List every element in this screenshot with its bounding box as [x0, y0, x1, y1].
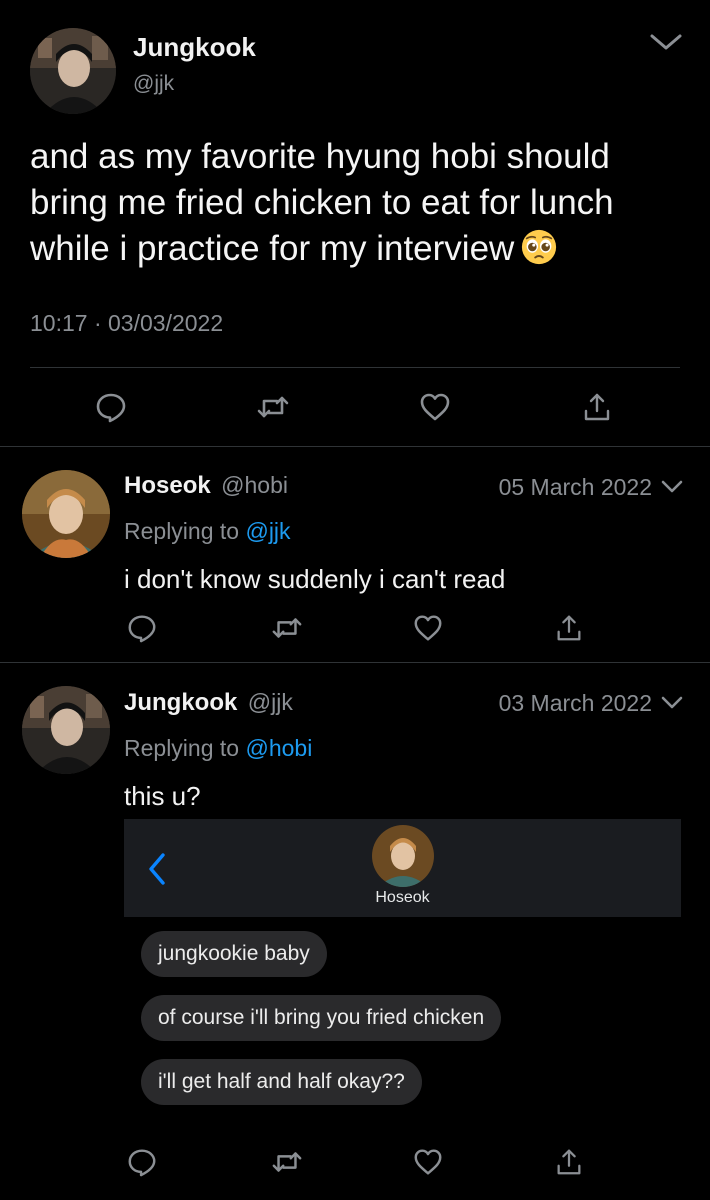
like-icon[interactable]	[418, 390, 452, 424]
reply-author-name[interactable]: Jungkook	[124, 689, 237, 716]
reply-actions	[0, 1146, 710, 1182]
reply-date: 03 March 2022	[498, 690, 652, 716]
reply-date: 05 March 2022	[498, 474, 652, 500]
replying-to-label: Replying to	[124, 518, 240, 544]
like-icon[interactable]	[412, 1146, 444, 1178]
replying-to-handle[interactable]: @jjk	[245, 518, 290, 544]
replying-to-line: Replying to @jjk	[124, 518, 291, 545]
time-separator: ·	[93, 310, 102, 336]
message-bubble: jungkookie baby	[141, 931, 327, 977]
main-tweet-author-handle[interactable]: @jjk	[133, 72, 174, 96]
divider	[0, 662, 710, 663]
reply-actions	[0, 612, 710, 648]
reply-author-handle[interactable]: @jjk	[248, 689, 293, 715]
reply-author-handle[interactable]: @hobi	[221, 472, 288, 498]
reply-avatar-hoseok[interactable]	[22, 470, 110, 558]
message-bubble: of course i'll bring you fried chicken	[141, 995, 502, 1041]
main-tweet-actions	[0, 388, 710, 428]
replying-to-label: Replying to	[124, 735, 240, 761]
main-tweet-author-name[interactable]: Jungkook	[133, 32, 256, 63]
chevron-down-icon[interactable]	[648, 32, 684, 52]
chevron-down-icon[interactable]	[660, 479, 684, 495]
retweet-icon[interactable]	[271, 1146, 303, 1178]
main-tweet-timestamp: 10:17 · 03/03/2022	[30, 310, 223, 337]
reply-icon[interactable]	[126, 612, 158, 644]
reply-header: Jungkook @jjk	[124, 689, 293, 717]
reply-icon[interactable]	[94, 390, 128, 424]
main-tweet-avatar[interactable]	[30, 28, 116, 114]
share-icon[interactable]	[553, 612, 585, 644]
divider	[0, 446, 710, 447]
tweet-time: 10:17	[30, 310, 88, 336]
reply-avatar-jungkook[interactable]	[22, 686, 110, 774]
like-icon[interactable]	[412, 612, 444, 644]
retweet-icon[interactable]	[271, 612, 303, 644]
replying-to-handle[interactable]: @hobi	[245, 735, 312, 761]
back-chevron-icon	[146, 851, 168, 887]
reply-author-name[interactable]: Hoseok	[124, 472, 211, 499]
contact-avatar	[372, 825, 434, 887]
share-icon[interactable]	[553, 1146, 585, 1178]
contact-name: Hoseok	[375, 889, 430, 906]
pleading-face-emoji-icon	[520, 228, 558, 266]
divider	[30, 367, 680, 368]
retweet-icon[interactable]	[256, 390, 290, 424]
tweet-date: 03/03/2022	[108, 310, 224, 336]
share-icon[interactable]	[580, 390, 614, 424]
main-tweet-text: and as my favorite hyung hobi should bri…	[30, 134, 690, 272]
reply-text: this u?	[124, 781, 201, 811]
chevron-down-icon[interactable]	[660, 695, 684, 711]
reply-text: i don't know suddenly i can't read	[124, 564, 506, 594]
reply-header: Hoseok @hobi	[124, 472, 288, 500]
message-bubble: i'll get half and half okay??	[141, 1059, 422, 1105]
messages-header: Hoseok	[124, 819, 681, 917]
reply-icon[interactable]	[126, 1146, 158, 1178]
replying-to-line: Replying to @hobi	[124, 735, 312, 762]
attached-image[interactable]: Hoseok jungkookie baby of course i'll br…	[124, 819, 681, 1124]
